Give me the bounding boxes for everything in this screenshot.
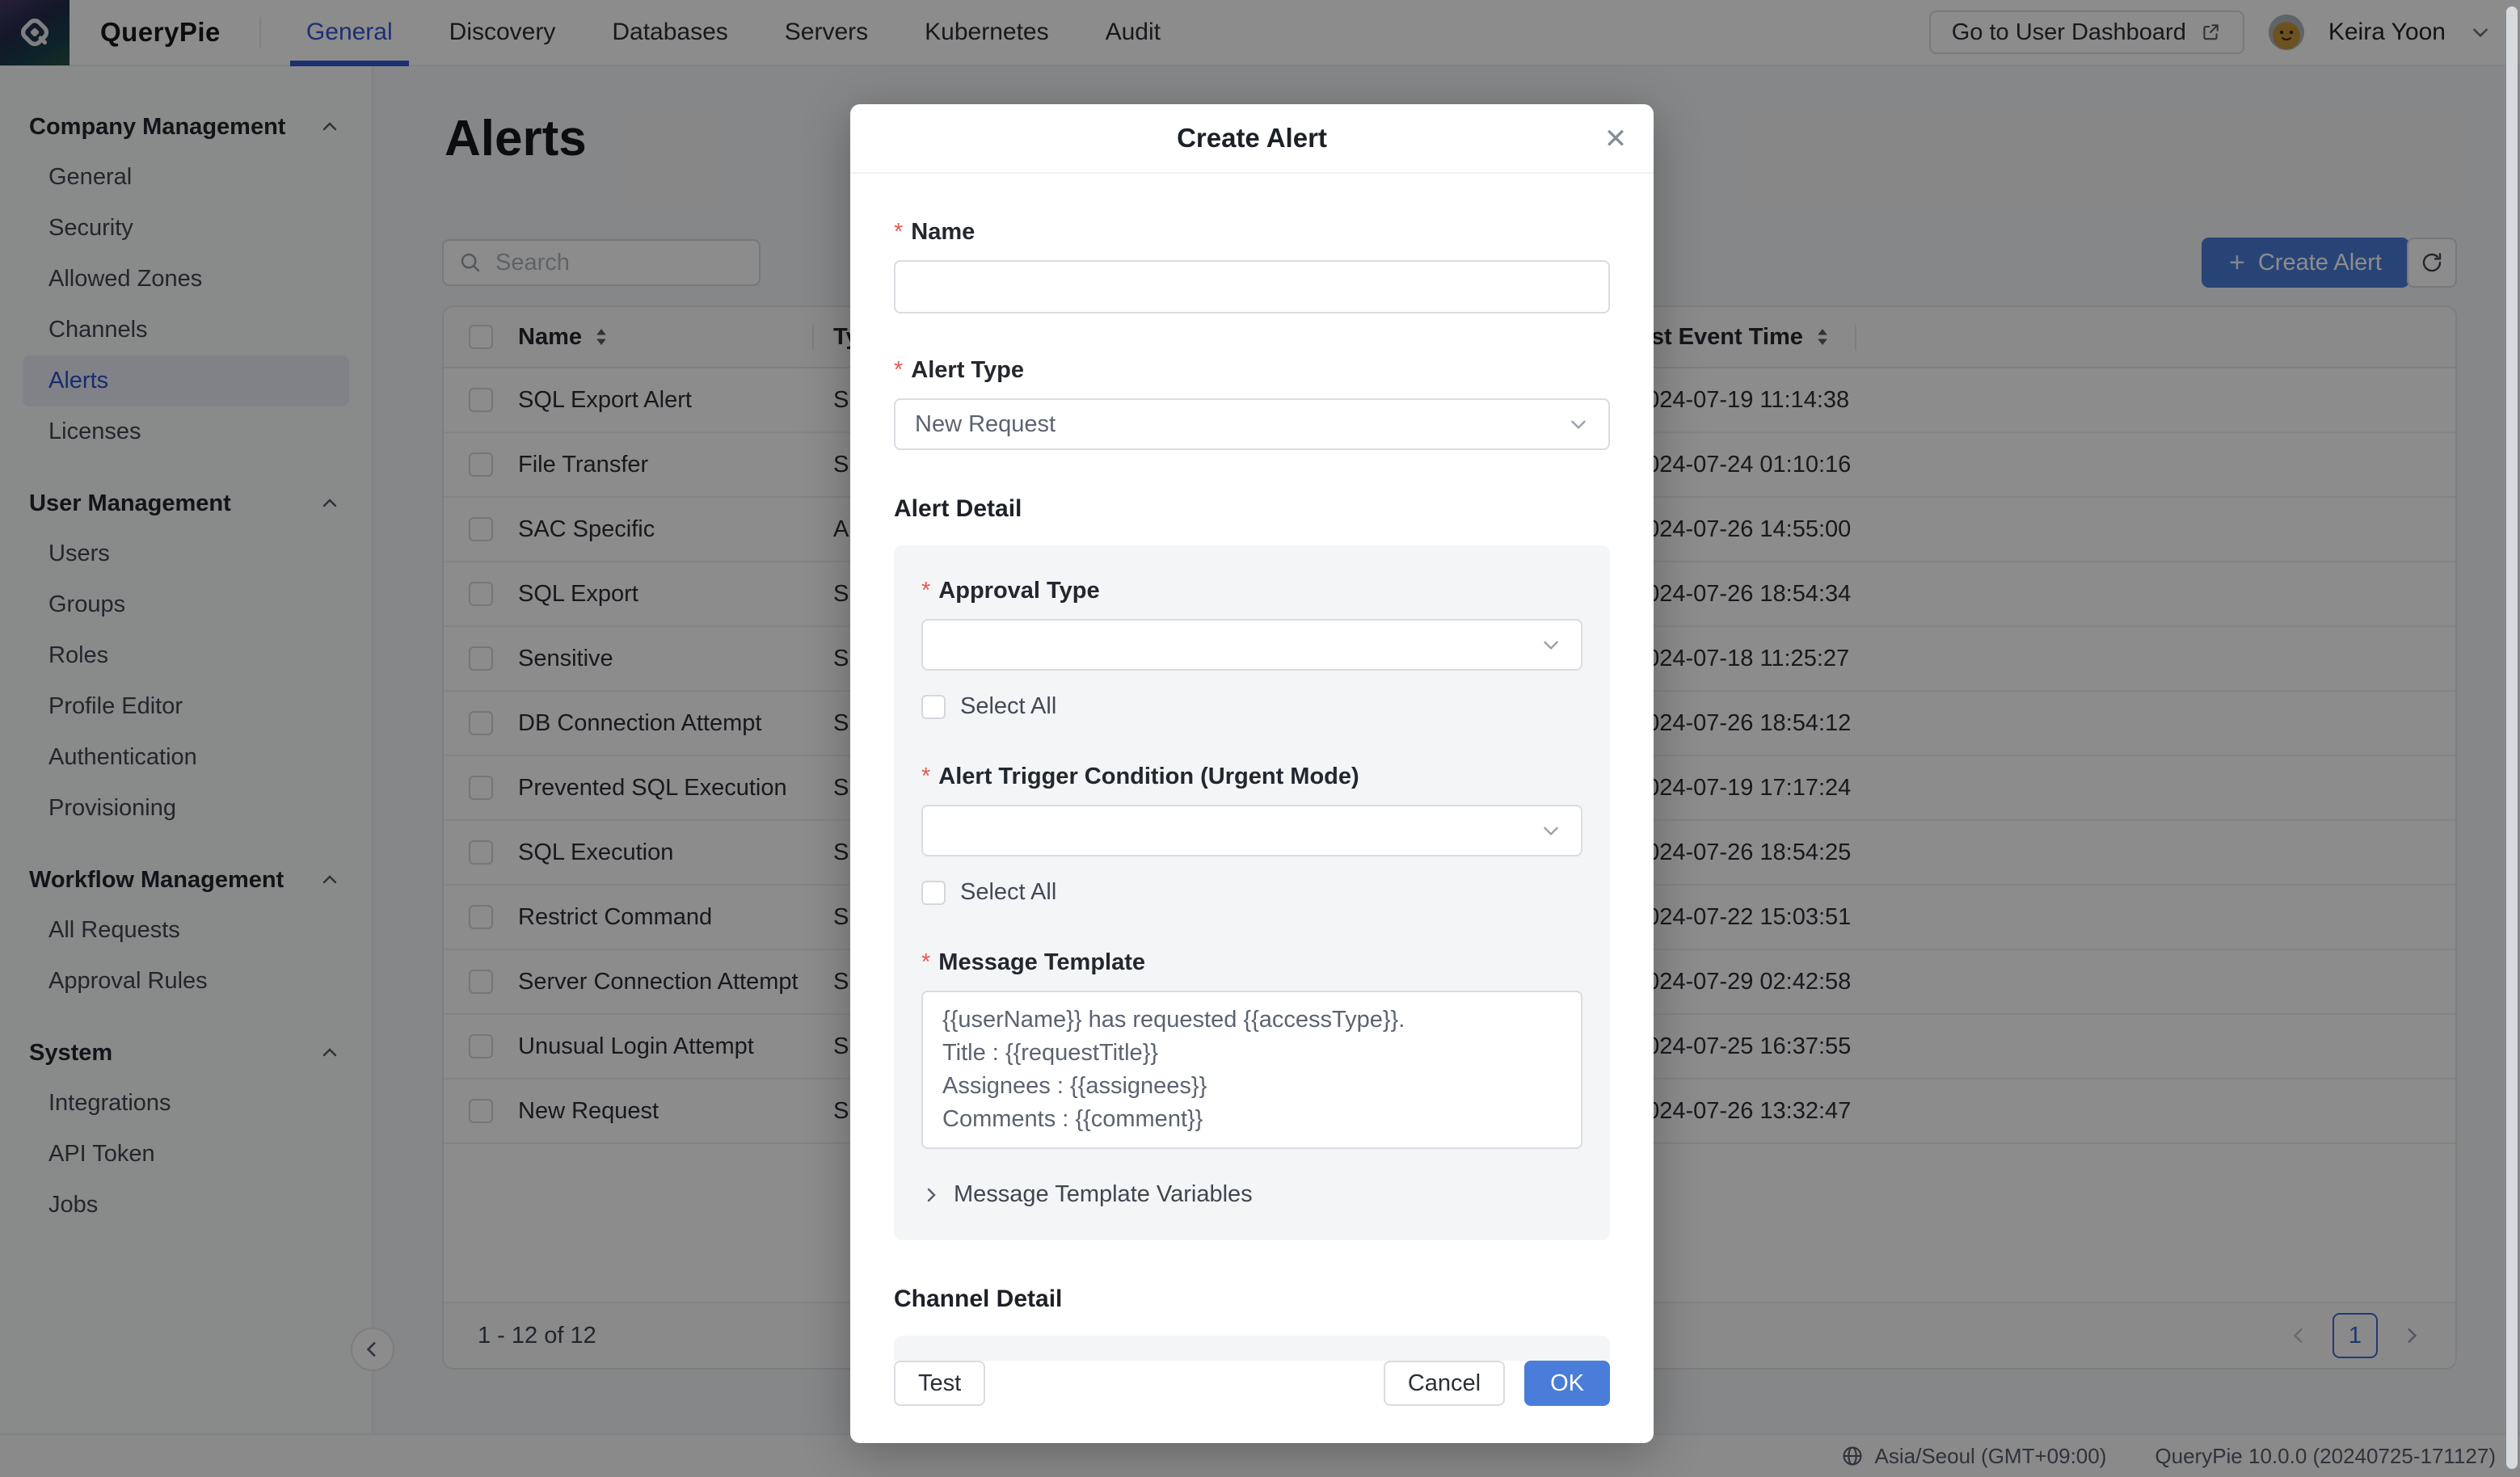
page-scrollbar[interactable] [2506, 6, 2518, 1469]
approval-type-select[interactable] [921, 619, 1582, 671]
alert-detail-panel: * Approval Type Select All * Alert Trigg… [894, 545, 1610, 1240]
modal-body: * Name * Alert Type New Request Alert De… [850, 174, 1654, 1361]
cancel-button[interactable]: Cancel [1383, 1361, 1506, 1406]
select-all-checkbox[interactable] [921, 880, 946, 905]
channel-detail-heading: Channel Detail [894, 1286, 1063, 1312]
test-button[interactable]: Test [894, 1361, 986, 1406]
approval-type-select-all[interactable]: Select All [921, 693, 1582, 720]
trigger-condition-select[interactable] [921, 805, 1582, 856]
required-asterisk: * [894, 357, 904, 383]
modal-header: Create Alert ✕ [850, 104, 1654, 174]
trigger-condition-select-all[interactable]: Select All [921, 879, 1582, 906]
create-alert-modal: Create Alert ✕ * Name * Alert Type New R… [850, 104, 1654, 1443]
trigger-condition-label: * Alert Trigger Condition (Urgent Mode) [921, 764, 1359, 789]
modal-footer: Test Cancel OK [850, 1361, 1654, 1443]
message-template-label: * Message Template [921, 949, 1146, 975]
chevron-down-icon [1544, 641, 1558, 650]
alert-type-label: * Alert Type [894, 357, 1024, 383]
select-all-checkbox[interactable] [921, 694, 946, 719]
app-root: QueryPie General Discovery Databases Ser… [0, 0, 2520, 1477]
alert-type-select[interactable]: New Request [894, 398, 1610, 450]
close-icon[interactable]: ✕ [1599, 122, 1633, 156]
ok-button[interactable]: OK [1524, 1361, 1610, 1406]
select-all-label: Select All [960, 879, 1057, 905]
message-template-textarea[interactable]: {{userName}} has requested {{accessType}… [921, 991, 1582, 1149]
required-asterisk: * [921, 949, 931, 975]
chevron-down-icon [1544, 827, 1558, 836]
alert-name-input[interactable] [894, 260, 1610, 313]
name-field-label: * Name [894, 219, 976, 245]
required-asterisk: * [921, 578, 931, 604]
modal-title: Create Alert [1177, 123, 1327, 153]
channel-detail-panel: * Channel [894, 1336, 1610, 1361]
variables-toggle-label: Message Template Variables [954, 1181, 1253, 1207]
required-asterisk: * [894, 219, 904, 245]
required-asterisk: * [921, 764, 931, 789]
alert-detail-heading: Alert Detail [894, 495, 1022, 522]
select-all-label: Select All [960, 693, 1057, 719]
chevron-right-icon [927, 1188, 936, 1201]
message-template-variables-toggle[interactable]: Message Template Variables [921, 1181, 1582, 1208]
chevron-down-icon [1571, 420, 1586, 430]
alert-type-value: New Request [915, 410, 1056, 437]
approval-type-label: * Approval Type [921, 578, 1100, 604]
